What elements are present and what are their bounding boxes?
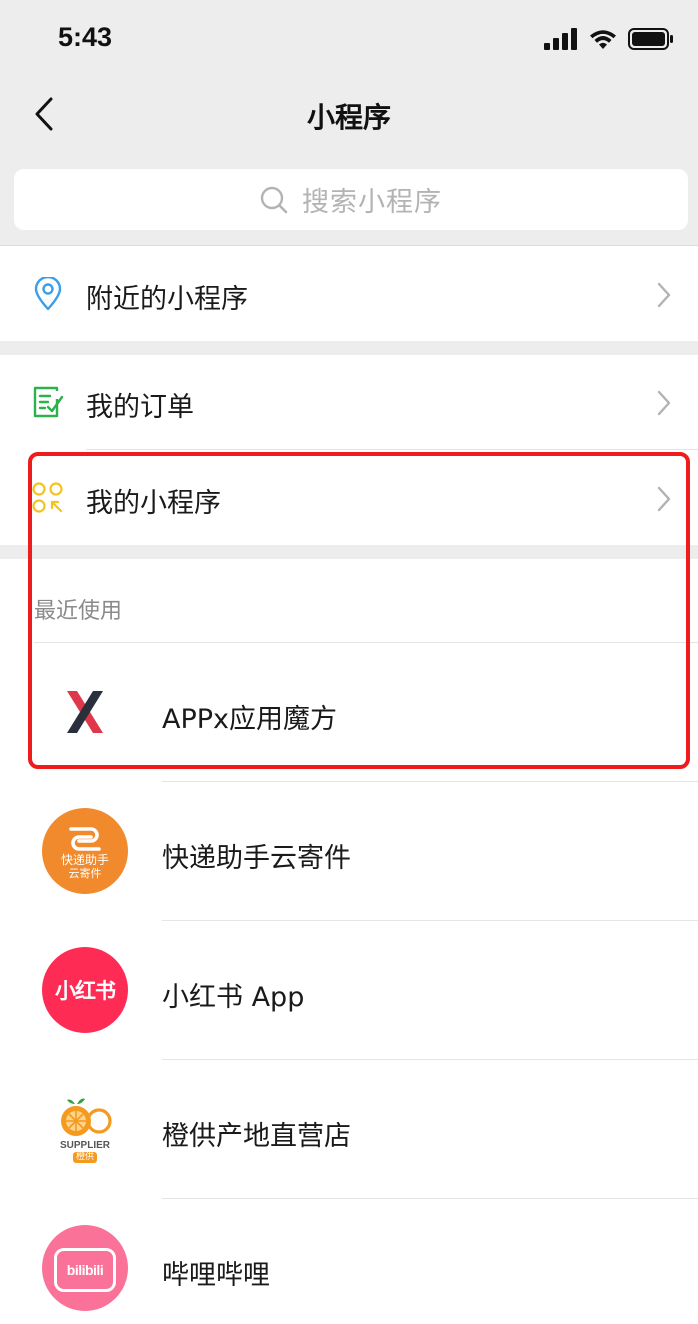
- search-icon: [260, 186, 288, 213]
- xiaohongshu-logo-text: 小红书: [55, 979, 116, 1003]
- recent-app-express[interactable]: 快递助手 云寄件 快递助手云寄件: [0, 782, 698, 920]
- app-name: 橙供产地直营店: [162, 1121, 351, 1152]
- chenggong-logo: SUPPLIER 橙供: [42, 1086, 128, 1172]
- bilibili-logo-text: bilibili: [66, 1262, 104, 1278]
- package-icon: [69, 826, 101, 851]
- app-name: 哔哩哔哩: [162, 1260, 270, 1291]
- search-input[interactable]: 搜索小程序: [14, 169, 688, 230]
- status-icons: [544, 24, 674, 54]
- page-title: 小程序: [306, 101, 391, 134]
- menu-item-orders[interactable]: 我的订单: [0, 355, 698, 449]
- status-time: 5:43: [58, 22, 113, 52]
- menu-item-nearby-label: 附近的小程序: [86, 284, 248, 315]
- header-area: 5:43 小程序 搜索小程序: [0, 0, 698, 246]
- chevron-right-icon: [657, 282, 671, 308]
- search-placeholder: 搜索小程序: [302, 187, 442, 218]
- signal-icon: [544, 28, 577, 50]
- xiaohongshu-logo: 小红书: [42, 947, 128, 1033]
- recent-app-chenggong[interactable]: SUPPLIER 橙供 橙供产地直营店: [0, 1060, 698, 1198]
- battery-icon: [628, 28, 673, 50]
- express-logo-subtext: 云寄件: [68, 866, 102, 880]
- highlight-box: [28, 452, 690, 769]
- app-name: 快递助手云寄件: [162, 843, 351, 874]
- menu-item-nearby[interactable]: 附近的小程序: [0, 247, 698, 341]
- chenggong-logo-subtext: 橙供: [72, 1151, 97, 1163]
- location-pin-icon: [32, 277, 64, 311]
- bilibili-logo: bilibili: [42, 1225, 128, 1311]
- tv-screen-icon: bilibili: [54, 1248, 116, 1292]
- app-name: 小红书 App: [162, 982, 305, 1013]
- recent-app-xiaohongshu[interactable]: 小红书 小红书 App: [0, 921, 698, 1059]
- orange-icon: [61, 1098, 112, 1136]
- recent-app-bilibili[interactable]: bilibili 哔哩哔哩: [0, 1199, 698, 1324]
- chevron-right-icon: [657, 390, 671, 416]
- express-logo: 快递助手 云寄件: [42, 808, 128, 894]
- section-divider: [0, 341, 698, 355]
- order-list-icon: [32, 385, 64, 419]
- wifi-icon: [590, 30, 616, 49]
- menu-item-orders-label: 我的订单: [86, 392, 194, 423]
- express-logo-text: 快递助手: [60, 852, 109, 867]
- chenggong-logo-text: SUPPLIER: [59, 1139, 110, 1151]
